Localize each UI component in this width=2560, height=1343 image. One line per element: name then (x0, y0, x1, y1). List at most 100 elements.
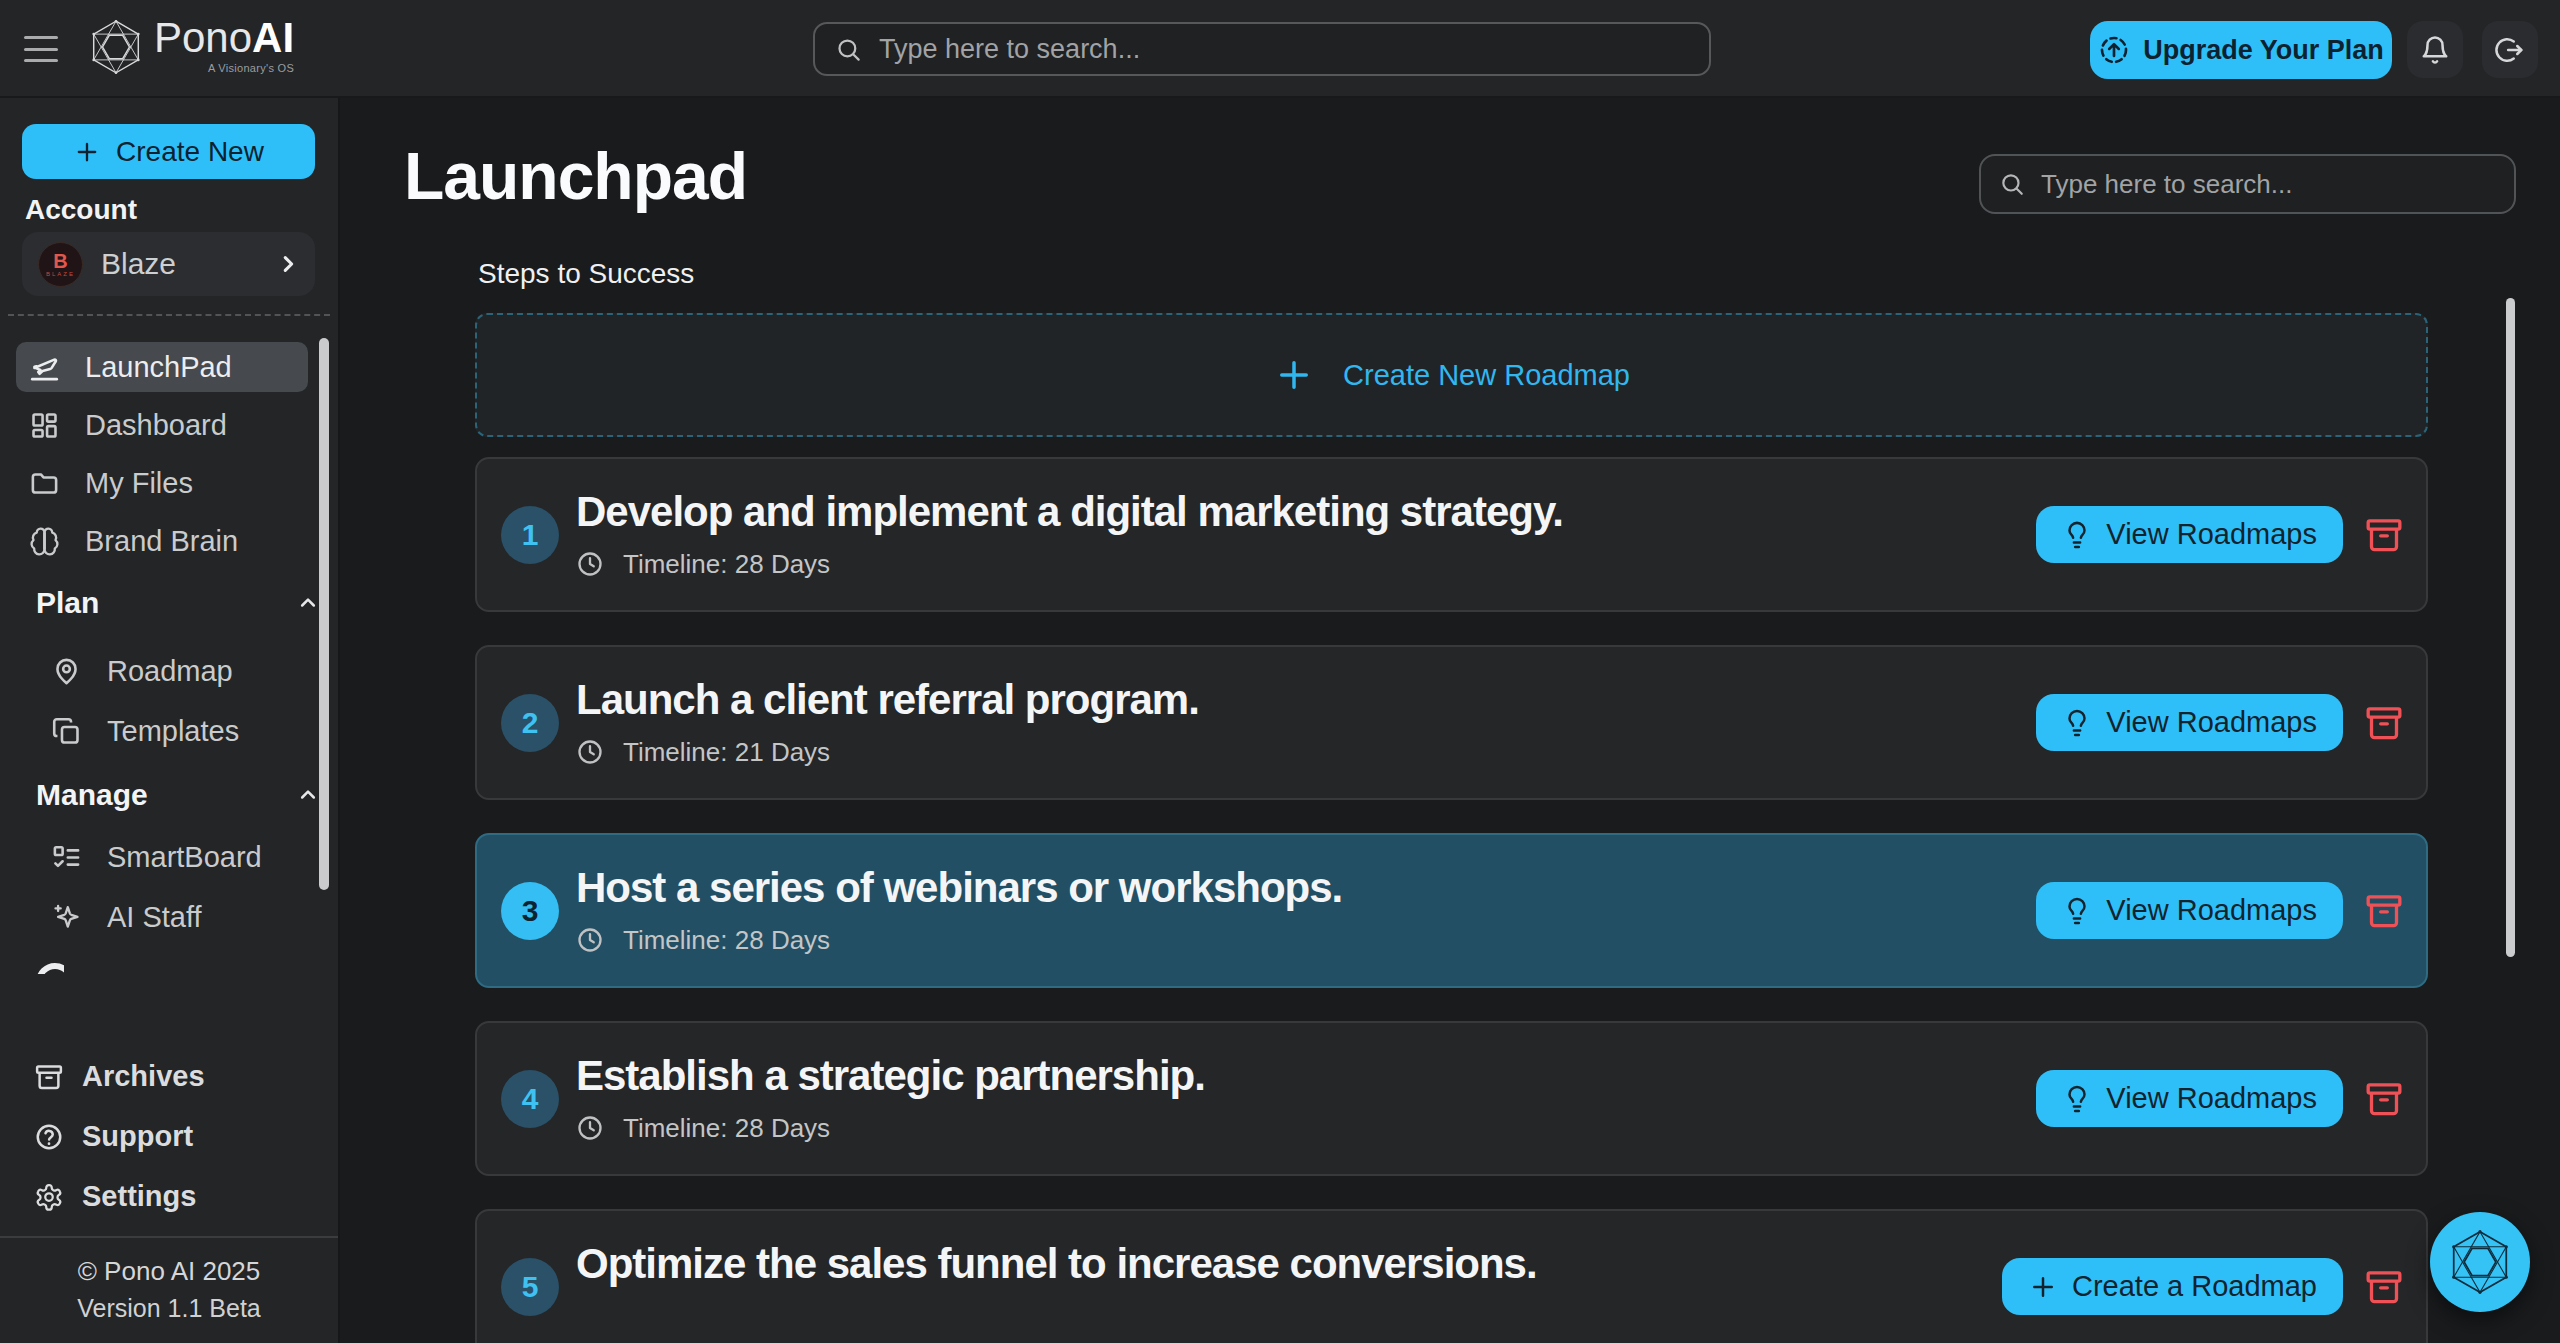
lightbulb-icon (2062, 1084, 2092, 1114)
section-manage[interactable]: Manage (0, 778, 340, 812)
step-timeline: Timeline: 28 Days (623, 1113, 830, 1144)
page-search-input[interactable] (2041, 169, 2496, 200)
clock-icon (576, 926, 604, 954)
create-new-button[interactable]: Create New (22, 124, 315, 179)
global-search-input[interactable] (879, 34, 1689, 65)
sidebar-item-archives[interactable]: Archives (34, 1060, 205, 1093)
page-search (1979, 154, 2516, 214)
archive-step-button[interactable] (2364, 515, 2404, 555)
sidebar: Create New Account BBLAZE Blaze LaunchPa… (0, 98, 340, 1343)
sidebar-divider (8, 314, 330, 316)
folder-icon (29, 468, 60, 499)
brand-logo: PonoAI A Visionary's OS (88, 14, 294, 76)
view-roadmaps-button[interactable]: View Roadmaps (2036, 506, 2343, 563)
step-number-badge: 2 (501, 694, 559, 752)
brand-hexagon-icon (88, 18, 144, 76)
upgrade-plan-button[interactable]: Upgrade Your Plan (2090, 21, 2392, 79)
logout-button[interactable] (2482, 21, 2538, 78)
hamburger-menu-icon[interactable] (24, 36, 58, 62)
step-card-3: 3 Host a series of webinars or workshops… (475, 833, 2428, 988)
view-roadmaps-button[interactable]: View Roadmaps (2036, 882, 2343, 939)
step-timeline: Timeline: 21 Days (623, 737, 830, 768)
clock-icon (576, 550, 604, 578)
list-checks-icon (51, 842, 82, 873)
search-icon (1999, 171, 2025, 197)
sidebar-item-smartboard[interactable]: SmartBoard (16, 832, 308, 882)
sidebar-item-dashboard[interactable]: Dashboard (16, 400, 308, 450)
lightbulb-icon (2062, 896, 2092, 926)
archive-step-button[interactable] (2364, 1079, 2404, 1119)
notifications-button[interactable] (2407, 21, 2463, 78)
brand-tagline: A Visionary's OS (208, 62, 294, 74)
account-switcher[interactable]: BBLAZE Blaze (22, 232, 315, 296)
step-number-badge: 3 (501, 882, 559, 940)
archive-step-button[interactable] (2364, 703, 2404, 743)
brain-icon (29, 526, 60, 557)
create-a-roadmap-button[interactable]: Create a Roadmap (2002, 1258, 2343, 1315)
sidebar-item-ai-staff[interactable]: AI Staff (16, 892, 308, 942)
create-new-roadmap-button[interactable]: Create New Roadmap (475, 313, 2428, 437)
sidebar-item-launchpad[interactable]: LaunchPad (16, 342, 308, 392)
sidebar-item-templates[interactable]: Templates (16, 706, 308, 756)
bell-icon (2420, 35, 2450, 65)
topbar: PonoAI A Visionary's OS Upgrade Your Pla… (0, 0, 2560, 98)
brand-name: PonoAI (154, 14, 294, 62)
archive-icon (2364, 703, 2404, 743)
step-timeline: Timeline: 28 Days (623, 549, 830, 580)
plus-icon (73, 138, 101, 166)
copy-icon (51, 716, 82, 747)
steps-section-title: Steps to Success (478, 258, 694, 290)
view-roadmaps-button[interactable]: View Roadmaps (2036, 694, 2343, 751)
page-title: Launchpad (404, 138, 747, 214)
chevron-right-icon (277, 253, 299, 275)
archive-step-button[interactable] (2364, 891, 2404, 931)
brand-hexagon-icon (2447, 1228, 2513, 1296)
step-number-badge: 1 (501, 506, 559, 564)
step-title: Launch a client referral program. (576, 676, 1199, 724)
archive-step-button[interactable] (2364, 1267, 2404, 1307)
view-roadmaps-button[interactable]: View Roadmaps (2036, 1070, 2343, 1127)
account-section-label: Account (25, 194, 137, 226)
archive-icon (34, 1062, 64, 1092)
cut-off-section-header (36, 963, 64, 974)
step-number-badge: 4 (501, 1070, 559, 1128)
global-search (813, 22, 1711, 76)
clock-icon (576, 738, 604, 766)
archive-icon (2364, 1079, 2404, 1119)
step-timeline: Timeline: 28 Days (623, 925, 830, 956)
step-card-2: 2 Launch a client referral program. Time… (475, 645, 2428, 800)
step-title: Develop and implement a digital marketin… (576, 488, 1563, 536)
section-plan[interactable]: Plan (0, 586, 340, 620)
copyright: © Pono AI 2025 Version 1.1 Beta (0, 1256, 338, 1323)
sidebar-item-roadmap[interactable]: Roadmap (16, 646, 308, 696)
assistant-fab-button[interactable] (2430, 1212, 2530, 1312)
search-icon (835, 36, 862, 63)
sidebar-nav: LaunchPad Dashboard My Files Brand Brain… (0, 328, 340, 978)
sidebar-item-brand-brain[interactable]: Brand Brain (16, 516, 308, 566)
archive-icon (2364, 515, 2404, 555)
lightbulb-icon (2062, 520, 2092, 550)
main-content: Launchpad Steps to Success Create New Ro… (340, 98, 2560, 1343)
plus-icon (1273, 354, 1315, 396)
step-title: Establish a strategic partnership. (576, 1052, 1205, 1100)
account-name: Blaze (101, 247, 277, 281)
chevron-up-icon (298, 593, 318, 613)
step-card-4: 4 Establish a strategic partnership. Tim… (475, 1021, 2428, 1176)
main-scrollbar[interactable] (2506, 298, 2515, 957)
upgrade-icon (2098, 34, 2130, 66)
footer-divider (0, 1236, 338, 1238)
sidebar-item-support[interactable]: Support (34, 1120, 193, 1153)
dashboard-icon (29, 410, 60, 441)
step-title: Host a series of webinars or workshops. (576, 864, 1342, 912)
help-circle-icon (34, 1122, 64, 1152)
archive-icon (2364, 891, 2404, 931)
sidebar-item-settings[interactable]: Settings (34, 1180, 196, 1213)
lightbulb-icon (2062, 708, 2092, 738)
step-card-5: 5 Optimize the sales funnel to increase … (475, 1209, 2428, 1343)
map-pin-icon (51, 656, 82, 687)
sidebar-item-my-files[interactable]: My Files (16, 458, 308, 508)
sidebar-scrollbar[interactable] (319, 338, 329, 890)
step-title: Optimize the sales funnel to increase co… (576, 1240, 1537, 1288)
plus-icon (2028, 1272, 2058, 1302)
clock-icon (576, 1114, 604, 1142)
